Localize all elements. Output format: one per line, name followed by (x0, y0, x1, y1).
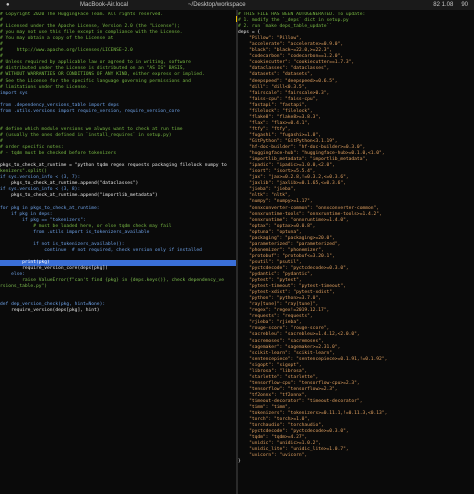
code-line: require_version(deps[pkg], hint) (0, 308, 100, 314)
app-menu-icon[interactable]: ● (6, 0, 10, 10)
editor-pane-right[interactable]: # THIS FILE HAS BEEN AUTOGENERATED. To u… (238, 12, 474, 494)
text-cursor (236, 16, 237, 22)
code-line: } (238, 459, 241, 465)
terminal-tab-left[interactable]: MacBook-Air.local (80, 0, 128, 10)
terminal-tab-right[interactable]: ~/Desktop/workspace (188, 0, 246, 10)
title-bar: ● MacBook-Air.local ~/Desktop/workspace … (0, 0, 474, 10)
status-readout: 82 1.08 (433, 2, 454, 8)
code-line: # WITHOUT WARRANTIES OR CONDITIONS OF AN… (0, 72, 205, 78)
code-line: continue # not required, check version o… (0, 247, 202, 253)
editor-pane-left[interactable]: # Copyright 2020 The HuggingFace Team. A… (0, 12, 236, 494)
clock: 90 (461, 2, 468, 8)
